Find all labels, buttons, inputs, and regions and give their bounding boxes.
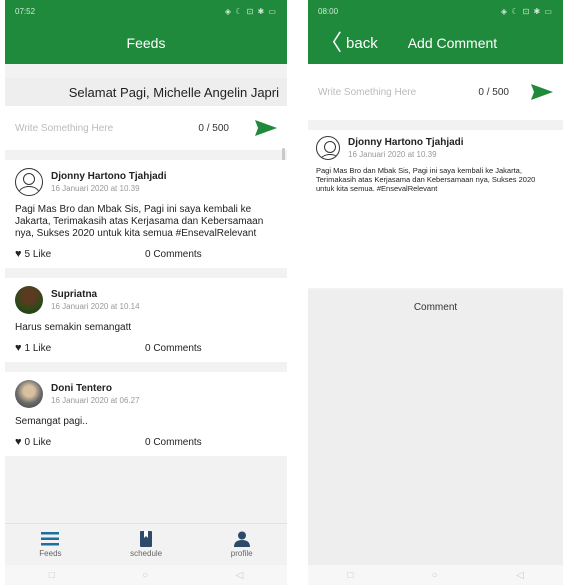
page-title: Feeds [126, 35, 166, 51]
recent-apps-icon[interactable]: □ [49, 570, 55, 581]
comment-section: Comment [308, 290, 563, 585]
send-icon[interactable] [531, 84, 553, 100]
like-button[interactable]: ♥ 1 Like [15, 342, 145, 354]
comment-input[interactable]: Write Something Here [318, 87, 478, 98]
status-bar: 07:52 ◈ ☾ ⊡ ✱ ▭ [5, 0, 287, 22]
bookmark-icon [140, 531, 153, 547]
author-name[interactable]: Supriatna [51, 289, 140, 300]
back-label: back [346, 34, 378, 52]
back-icon[interactable]: ◁ [236, 570, 244, 581]
post-input[interactable]: Write Something Here [15, 123, 198, 134]
heart-icon: ♥ [15, 436, 22, 448]
author-name[interactable]: Doni Tentero [51, 383, 140, 394]
author-name[interactable]: Djonny Hartono Tjahjadi [348, 137, 464, 148]
post-composer[interactable]: Write Something Here 0 / 500 [5, 106, 287, 150]
avatar[interactable] [15, 380, 43, 408]
greeting: Selamat Pagi, Michelle Angelin Japri [5, 78, 287, 106]
like-count: 1 Like [24, 342, 52, 354]
recent-apps-icon[interactable]: □ [347, 570, 353, 581]
send-icon[interactable] [255, 120, 277, 136]
avatar[interactable] [316, 136, 340, 160]
nav-profile[interactable]: profile [231, 531, 253, 558]
nav-label: schedule [130, 549, 163, 558]
system-nav-bar: □ ○ ◁ [308, 565, 563, 585]
feed-post: Djonny Hartono Tjahjadi 16 Januari 2020 … [5, 160, 287, 268]
status-icons: ◈ ☾ ⊡ ✱ ▭ [500, 6, 553, 16]
feeds-screen: 07:52 ◈ ☾ ⊡ ✱ ▭ Feeds Selamat Pagi, Mich… [5, 0, 287, 585]
comments-link[interactable]: 0 Comments [145, 343, 202, 354]
feed-post: Doni Tentero 16 Januari 2020 at 06.27 Se… [5, 372, 287, 456]
system-nav-bar: □ ○ ◁ [5, 565, 287, 585]
nav-schedule[interactable]: schedule [130, 531, 162, 558]
status-time: 07:52 [15, 6, 36, 16]
heart-icon: ♥ [15, 248, 22, 260]
add-comment-screen: 08:00 ◈ ☾ ⊡ ✱ ▭ 〈 back Add Comment Write… [308, 0, 563, 585]
status-icons: ◈ ☾ ⊡ ✱ ▭ [224, 6, 277, 16]
feed-post: Supriatna 16 Januari 2020 at 10.14 Harus… [5, 278, 287, 362]
comments-link[interactable]: 0 Comments [145, 249, 202, 260]
app-bar: 〈 back Add Comment [308, 22, 563, 64]
post-date: 16 Januari 2020 at 10.39 [51, 184, 140, 193]
original-post: Djonny Hartono Tjahjadi 16 Januari 2020 … [308, 130, 563, 288]
like-button[interactable]: ♥ 5 Like [15, 248, 145, 260]
app-bar: Feeds [5, 22, 287, 64]
post-date: 16 Januari 2020 at 06.27 [51, 396, 140, 405]
nav-label: Feeds [39, 549, 62, 558]
comments-link[interactable]: 0 Comments [145, 437, 202, 448]
like-count: 5 Like [24, 248, 52, 260]
home-icon[interactable]: ○ [432, 570, 438, 581]
back-button[interactable]: 〈 back [320, 32, 378, 54]
post-body: Pagi Mas Bro dan Mbak Sis, Pagi ini saya… [316, 166, 536, 193]
comment-header: Comment [413, 302, 458, 313]
post-body: Pagi Mas Bro dan Mbak Sis, Pagi ini saya… [15, 204, 264, 239]
chevron-left-icon: 〈 [320, 30, 343, 55]
bottom-nav: Feeds schedule profile [5, 523, 287, 565]
menu-icon [41, 532, 60, 546]
status-bar: 08:00 ◈ ☾ ⊡ ✱ ▭ [308, 0, 563, 22]
post-date: 16 Januari 2020 at 10.14 [51, 302, 140, 311]
post-date: 16 Januari 2020 at 10.39 [348, 150, 437, 159]
post-body: Semangat pagi.. [15, 416, 88, 427]
post-body: Harus semakin semangatt [15, 322, 132, 333]
page-title: Add Comment [407, 35, 498, 51]
nav-label: profile [230, 549, 253, 558]
status-time: 08:00 [318, 6, 339, 16]
char-counter: 0 / 500 [478, 86, 509, 98]
char-counter: 0 / 500 [198, 122, 229, 134]
like-button[interactable]: ♥ 0 Like [15, 436, 145, 448]
avatar[interactable] [15, 168, 43, 196]
heart-icon: ♥ [15, 342, 22, 354]
author-name[interactable]: Djonny Hartono Tjahjadi [51, 171, 167, 182]
profile-icon [233, 531, 250, 547]
back-icon[interactable]: ◁ [516, 570, 524, 581]
home-icon[interactable]: ○ [142, 570, 148, 581]
comment-composer[interactable]: Write Something Here 0 / 500 [308, 64, 563, 120]
like-count: 0 Like [24, 436, 52, 448]
nav-feeds[interactable]: Feeds [39, 531, 62, 558]
avatar[interactable] [15, 286, 43, 314]
